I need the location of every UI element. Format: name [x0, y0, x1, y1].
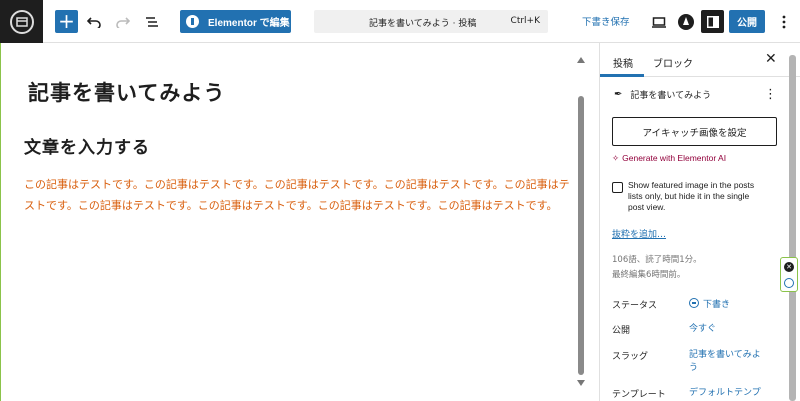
slug-label: スラッグ	[612, 352, 649, 362]
settings-toggle-button[interactable]	[701, 10, 724, 33]
publish-date-button[interactable]: 今すぐ	[689, 323, 716, 336]
editor-canvas: 記事を書いてみよう 文章を入力する この記事はテストです。この記事はテストです。…	[0, 43, 588, 401]
edit-with-elementor-button[interactable]: Elementor で編集	[180, 10, 291, 33]
sidebar-scrollbar[interactable]	[789, 55, 796, 401]
heading-block[interactable]: 文章を入力する	[24, 133, 150, 158]
generate-ai-label: Generate with Elementor AI	[622, 153, 727, 163]
settings-icon	[706, 15, 719, 28]
command-palette-bar[interactable]: 記事を書いてみよう · 投稿 Ctrl+K	[314, 10, 548, 33]
publish-button[interactable]: 公開	[729, 10, 765, 33]
undo-button[interactable]	[82, 10, 106, 34]
template-value-button[interactable]: デフォルトテンプ	[689, 387, 761, 400]
featured-only-checkbox-label: Show featured image in the posts lists o…	[628, 180, 755, 212]
command-bar-title: 記事を書いてみよう · 投稿	[369, 19, 477, 29]
add-block-button[interactable]: +	[55, 10, 78, 33]
command-bar-shortcut: Ctrl+K	[510, 16, 540, 26]
word-count-info: 106語、読了時間1分。	[612, 255, 702, 265]
document-overview-icon	[146, 17, 158, 27]
post-title-input[interactable]: 記事を書いてみよう	[28, 77, 225, 107]
jetpack-icon	[678, 14, 694, 30]
post-actions-more-vertical-icon[interactable]: ⋮	[764, 87, 777, 102]
generate-ai-link[interactable]: ✧ Generate with Elementor AI	[612, 153, 726, 164]
jetpack-button[interactable]	[674, 10, 698, 34]
document-overview-button[interactable]	[140, 10, 164, 34]
widget-close-icon[interactable]: ✕	[784, 262, 794, 272]
widget-elementor-icon[interactable]	[784, 278, 794, 288]
post-summary-header: ✒ 記事を書いてみよう	[614, 88, 711, 101]
publish-date-label: 公開	[612, 326, 631, 336]
set-featured-image-button[interactable]: アイキャッチ画像を設定	[612, 117, 777, 146]
editor-scroll-thumb[interactable]	[578, 96, 584, 375]
redo-button[interactable]	[111, 10, 135, 34]
featured-only-checkbox[interactable]	[612, 182, 623, 193]
elementor-icon	[186, 15, 199, 28]
save-draft-button[interactable]: 下書き保存	[582, 14, 630, 28]
redo-icon	[116, 17, 130, 28]
editor-toolbar: + Elementor で編集 記事を書いてみよう · 投稿 Ctrl+K 下書…	[0, 0, 800, 43]
sparkle-icon: ✧	[612, 153, 620, 163]
close-icon[interactable]: ✕	[765, 51, 777, 67]
tab-block[interactable]: ブロック	[653, 55, 693, 70]
slug-value-button[interactable]: 記事を書いてみよう	[689, 349, 769, 375]
editor-scrollbar[interactable]	[575, 43, 587, 401]
settings-sidebar: 投稿 ブロック ✕ ✒ 記事を書いてみよう ⋮ アイキャッチ画像を設定 ✧ Gen…	[599, 43, 800, 401]
preview-icon	[652, 16, 666, 28]
sidebar-tabs: 投稿 ブロック ✕	[600, 43, 800, 77]
elementor-button-label: Elementor で編集	[208, 18, 290, 29]
options-button[interactable]	[772, 10, 796, 34]
status-value-button[interactable]: 下書き	[689, 298, 730, 312]
scroll-up-arrow-icon[interactable]	[577, 57, 585, 63]
site-icon	[15, 16, 28, 27]
scroll-down-arrow-icon[interactable]	[577, 380, 585, 386]
preview-button[interactable]	[647, 10, 671, 34]
post-summary-title: 記事を書いてみよう	[630, 91, 712, 101]
undo-icon	[87, 17, 101, 28]
plus-icon: +	[58, 9, 75, 33]
tab-post[interactable]: 投稿	[613, 55, 633, 70]
status-label: ステータス	[612, 301, 658, 311]
status-value: 下書き	[703, 300, 731, 310]
active-tab-indicator	[600, 74, 644, 77]
add-excerpt-link[interactable]: 抜粋を追加…	[612, 227, 666, 240]
site-icon-ring	[9, 9, 34, 34]
paragraph-block[interactable]: この記事はテストです。この記事はテストです。この記事はテストです。この記事はテス…	[24, 174, 570, 216]
floating-helper-widget[interactable]: ✕	[780, 257, 798, 292]
template-label: テンプレート	[612, 390, 666, 400]
feather-icon: ✒	[614, 89, 623, 100]
status-icon	[689, 298, 699, 308]
wordpress-logo-icon[interactable]	[0, 0, 43, 43]
more-vertical-icon	[782, 15, 786, 29]
last-edited-info: 最終編集6時間前。	[612, 270, 686, 280]
